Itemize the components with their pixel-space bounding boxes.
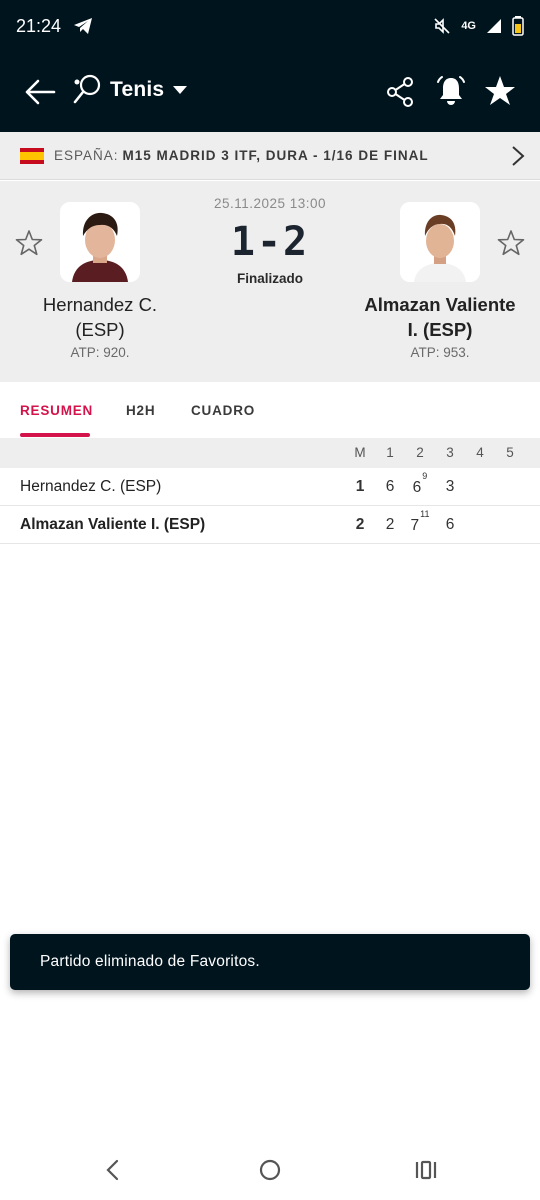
sport-selector[interactable]: Tenis — [72, 74, 188, 106]
toast-message: Partido eliminado de Favoritos. — [40, 953, 260, 970]
status-time: 21:24 — [16, 15, 62, 36]
match-datetime: 25.11.2025 13:00 — [213, 196, 327, 211]
home-favorite-star-icon[interactable] — [15, 229, 43, 257]
league-tournament: M15 MADRID 3 ITF, DURA - 1/16 DE FINAL — [122, 148, 429, 163]
mute-icon — [434, 18, 450, 34]
nav-recents-icon[interactable] — [414, 1158, 438, 1182]
score-row-home: Hernandez C. (ESP) 1 6 69 3 — [0, 468, 540, 506]
snackbar-toast[interactable]: Partido eliminado de Favoritos. — [10, 934, 530, 990]
match-status: Finalizado — [236, 271, 303, 286]
tab-bar: RESUMEN H2H CUADRO — [0, 383, 540, 438]
star-filled-icon[interactable] — [484, 74, 516, 108]
tab-cuadro[interactable]: CUADRO — [191, 403, 255, 418]
score-row-player: Hernandez C. (ESP) — [20, 478, 162, 495]
league-country: ESPAÑA: — [54, 148, 119, 163]
nav-home-icon[interactable] — [258, 1158, 282, 1182]
dropdown-caret-icon — [173, 86, 188, 94]
score-set2: 69 — [412, 471, 428, 497]
score-set2: 711 — [410, 509, 430, 535]
status-bar: 21:24 4G — [0, 0, 540, 52]
tiebreak-score: 9 — [422, 471, 428, 481]
back-arrow-icon[interactable] — [22, 76, 58, 108]
home-player-name[interactable]: Hernandez C. (ESP) — [0, 292, 200, 342]
away-favorite-star-icon[interactable] — [497, 229, 525, 257]
score-table-header: M 1 2 3 4 5 — [0, 438, 540, 468]
score-set1: 6 — [385, 478, 395, 495]
alarm-bell-icon[interactable] — [434, 74, 468, 108]
league-bar[interactable]: ESPAÑA: M15 MADRID 3 ITF, DURA - 1/16 DE… — [0, 132, 540, 180]
sport-title: Tenis — [110, 78, 165, 101]
column-header-set3: 3 — [446, 445, 454, 460]
system-nav-bar — [0, 1140, 540, 1200]
match-header: Hernandez C. (ESP) ATP: 920. 25.11.2025 … — [0, 181, 540, 382]
away-player-rank: ATP: 953. — [410, 345, 470, 360]
chevron-right-icon — [512, 146, 525, 166]
active-tab-indicator — [20, 433, 90, 437]
column-header-set4: 4 — [476, 445, 484, 460]
match-score: 1-2 — [230, 219, 310, 265]
tennis-racket-icon — [73, 74, 101, 104]
score-row-player: Almazan Valiente I. (ESP) — [20, 516, 206, 533]
score-set3: 3 — [445, 478, 455, 495]
score-row-away: Almazan Valiente I. (ESP) 2 2 711 6 — [0, 506, 540, 544]
home-player-avatar[interactable] — [60, 202, 140, 282]
score-sets-won: 1 — [355, 478, 365, 495]
score-sets-won: 2 — [355, 516, 365, 533]
network-label: 4G — [461, 20, 476, 32]
battery-icon — [512, 16, 524, 36]
tiebreak-score: 11 — [420, 509, 430, 519]
score-set1: 2 — [385, 516, 395, 533]
spain-flag-icon — [20, 147, 44, 164]
app-bar: Tenis — [0, 52, 540, 132]
tab-h2h[interactable]: H2H — [126, 403, 155, 418]
away-player-avatar[interactable] — [400, 202, 480, 282]
tab-resumen[interactable]: RESUMEN — [20, 403, 93, 418]
telegram-icon — [74, 18, 93, 34]
away-player-name[interactable]: Almazan Valiente I. (ESP) — [340, 292, 540, 342]
share-icon[interactable] — [384, 76, 416, 108]
home-player-rank: ATP: 920. — [70, 345, 130, 360]
column-header-set2: 2 — [416, 445, 424, 460]
score-set3: 6 — [445, 516, 455, 533]
column-header-set1: 1 — [386, 445, 394, 460]
column-header-m: M — [354, 445, 366, 460]
signal-icon — [487, 19, 501, 33]
column-header-set5: 5 — [506, 445, 514, 460]
nav-back-icon[interactable] — [104, 1158, 122, 1182]
